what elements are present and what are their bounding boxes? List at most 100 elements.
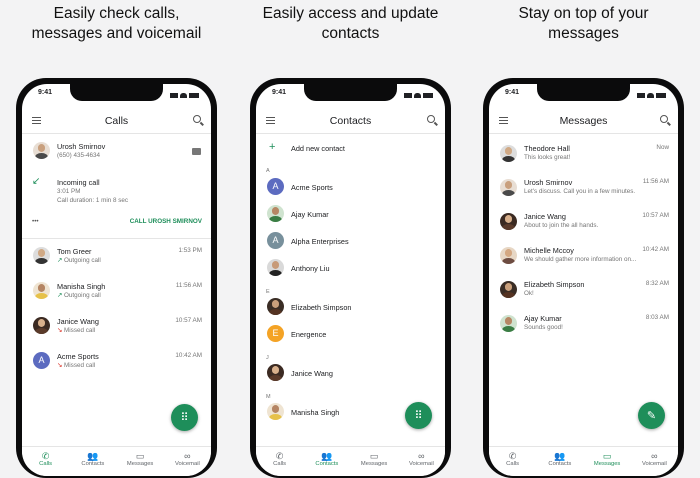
incoming-arrow-icon: ↙ — [32, 176, 41, 187]
outgoing-icon: ↗ — [57, 257, 63, 264]
panel-contacts: Easily access and update contacts 9:41 C… — [234, 0, 467, 478]
nav-contacts[interactable]: 👥 Contacts — [536, 447, 583, 476]
message-row[interactable]: Theodore Hall This looks great! Now — [489, 142, 678, 172]
call-time: 1:53 PM — [178, 247, 202, 254]
nav-calls[interactable]: ✆ Calls — [489, 447, 536, 476]
contact-row[interactable]: Elizabeth Simpson — [256, 296, 445, 320]
nav-voicemail[interactable]: ∞ Voicemail — [164, 447, 211, 476]
nav-voicemail[interactable]: ∞ Voicemail — [631, 447, 678, 476]
call-name: Manisha Singh — [57, 282, 106, 291]
phone-frame: 9:41 Contacts + Add new contact A A Acme… — [250, 78, 451, 478]
menu-icon[interactable] — [32, 117, 41, 124]
contact-phone: (650) 435-4634 — [57, 152, 101, 159]
call-row[interactable]: Manisha Singh ↗ Outgoing call 11:56 AM — [22, 279, 211, 309]
menu-icon[interactable] — [499, 117, 508, 124]
avatar — [267, 403, 284, 420]
message-row[interactable]: Urosh Smirnov Let's discuss. Call you in… — [489, 176, 678, 206]
message-time: 8:03 AM — [645, 314, 669, 321]
nav-label: Voicemail — [408, 461, 434, 467]
avatar — [500, 145, 517, 162]
nav-label: Voicemail — [174, 461, 200, 467]
message-row[interactable]: Ajay Kumar Sounds good! 8:03 AM — [489, 312, 678, 342]
search-icon[interactable] — [660, 115, 668, 123]
nav-label: Messages — [126, 461, 154, 467]
compose-button[interactable]: ✎ — [638, 402, 665, 429]
dialpad-button[interactable]: ⠿ — [171, 404, 198, 431]
contact-name: Acme Sports — [291, 183, 333, 192]
dialpad-button[interactable]: ⠿ — [405, 402, 432, 429]
status-time: 9:41 — [38, 89, 53, 96]
more-icon[interactable]: ••• — [32, 218, 39, 225]
call-status-text: Outgoing call — [64, 292, 101, 299]
search-icon[interactable] — [193, 115, 201, 123]
message-row[interactable]: Michelle Mccoy We should gather more inf… — [489, 244, 678, 274]
status-time: 9:41 — [505, 89, 520, 96]
message-row[interactable]: Elizabeth Simpson Ok! 8:32 AM — [489, 278, 678, 308]
phone-icon: ✆ — [508, 451, 517, 461]
message-sender: Urosh Smirnov — [524, 178, 573, 187]
avatar — [267, 259, 284, 276]
contact-row[interactable]: Janice Wang — [256, 362, 445, 386]
call-time: 11:56 AM — [175, 282, 202, 289]
nav-voicemail[interactable]: ∞ Voicemail — [398, 447, 445, 476]
message-time: 8:32 AM — [645, 280, 669, 287]
call-row[interactable]: Tom Greer ↗ Outgoing call 1:53 PM — [22, 244, 211, 274]
contact-name: Anthony Liu — [291, 264, 330, 273]
phone-frame: 9:41 Messages Theodore Hall This looks g… — [483, 78, 684, 478]
page-title: Calls — [104, 114, 129, 127]
nav-label: Calls — [39, 461, 53, 467]
nav-label: Calls — [273, 461, 287, 467]
contact-row[interactable]: Ajay Kumar — [256, 203, 445, 227]
incoming-call[interactable]: ↙ Incoming call 3:01 PM Call duration: 1… — [22, 176, 211, 212]
message-preview: Sounds good! — [524, 324, 563, 331]
signal-icons — [637, 89, 666, 101]
nav-contacts[interactable]: 👥 Contacts — [303, 447, 350, 476]
people-icon: 👥 — [554, 451, 566, 461]
phone-screen: 9:41 Messages Theodore Hall This looks g… — [489, 84, 678, 476]
section-header: A — [266, 168, 270, 174]
call-back-button[interactable]: CALL UROSH SMIRNOV — [130, 218, 202, 225]
nav-messages[interactable]: ▭ Messages — [351, 447, 398, 476]
menu-icon[interactable] — [266, 117, 275, 124]
search-icon[interactable] — [427, 115, 435, 123]
nav-messages[interactable]: ▭ Messages — [117, 447, 164, 476]
nav-label: Voicemail — [641, 461, 667, 467]
call-row[interactable]: Janice Wang ↘ Missed call 10:57 AM — [22, 314, 211, 344]
nav-label: Calls — [506, 461, 520, 467]
headline-line-1: Easily access and update — [262, 5, 439, 22]
signal-icons — [404, 89, 433, 101]
message-time: 10:57 AM — [642, 212, 669, 219]
featured-contact[interactable]: Urosh Smirnov (650) 435-4634 — [22, 140, 211, 168]
avatar — [33, 247, 50, 264]
contact-row[interactable]: A Acme Sports — [256, 176, 445, 200]
contact-row[interactable]: Anthony Liu — [256, 257, 445, 281]
pencil-icon: ✎ — [646, 410, 657, 422]
avatar — [500, 247, 517, 264]
contact-name: Ajay Kumar — [291, 210, 329, 219]
contact-row[interactable]: E Energence — [256, 323, 445, 347]
panel-messages: Stay on top of your messages 9:41 Messag… — [467, 0, 700, 478]
message-time: 10:42 AM — [642, 246, 669, 253]
section-header: M — [266, 394, 271, 400]
message-row[interactable]: Janice Wang About to join the all hands.… — [489, 210, 678, 240]
notch — [304, 84, 397, 101]
avatar — [267, 364, 284, 381]
add-contact-label: Add new contact — [291, 144, 345, 153]
nav-contacts[interactable]: 👥 Contacts — [69, 447, 116, 476]
nav-calls[interactable]: ✆ Calls — [22, 447, 69, 476]
call-row[interactable]: A Acme Sports ↘ Missed call 10:42 AM — [22, 349, 211, 379]
incoming-actions: ••• CALL UROSH SMIRNOV — [22, 216, 211, 230]
message-preview: We should gather more information on... — [524, 256, 637, 263]
nav-calls[interactable]: ✆ Calls — [256, 447, 303, 476]
phone-screen: 9:41 Contacts + Add new contact A A Acme… — [256, 84, 445, 476]
call-time: 10:42 AM — [175, 352, 202, 359]
message-preview: This looks great! — [524, 154, 571, 161]
nav-label: Messages — [593, 461, 621, 467]
contact-row[interactable]: A Alpha Enterprises — [256, 230, 445, 254]
message-icon[interactable] — [192, 148, 201, 155]
call-status-text: Missed call — [64, 327, 96, 334]
nav-messages[interactable]: ▭ Messages — [584, 447, 631, 476]
people-icon: 👥 — [321, 451, 333, 461]
call-name: Tom Greer — [57, 247, 92, 256]
add-contact-row[interactable]: + Add new contact — [256, 142, 445, 156]
